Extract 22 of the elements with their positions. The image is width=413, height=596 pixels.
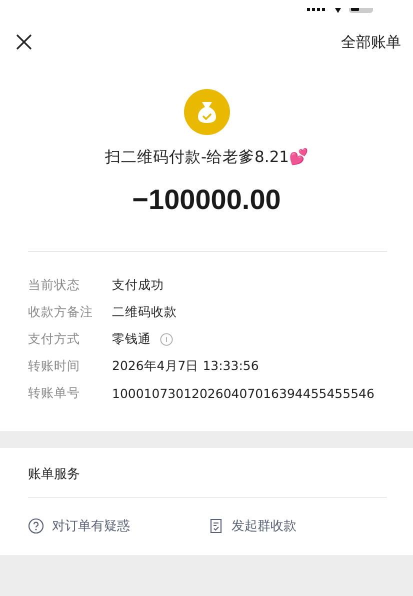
payment-amount: −100000.00 [132, 184, 281, 216]
detail-label: 转账时间 [28, 358, 81, 375]
service-action[interactable]: 发起群收款 [208, 517, 387, 535]
detail-value: 100010730120260407016394455455546 [112, 386, 374, 401]
payment-title: 扫二维码付款-给老爹8.21💕 [104, 147, 308, 168]
service-action[interactable]: 对订单有疑惑 [28, 517, 208, 535]
detail-label: 转账单号 [28, 385, 81, 402]
all-bills-link[interactable]: 全部账单 [341, 32, 401, 52]
money-bag-icon [184, 89, 230, 135]
detail-value: 2026年4月7日 13:33:56 [112, 358, 259, 375]
battery-icon [349, 8, 375, 14]
section-title: 账单服务 [28, 466, 81, 484]
help-icon [28, 518, 44, 534]
receipt-icon [208, 518, 224, 534]
detail-value: 二维码收款 [112, 304, 177, 321]
detail-value: 支付成功 [112, 277, 164, 294]
close-icon[interactable] [14, 32, 34, 52]
detail-label: 当前状态 [28, 277, 81, 294]
detail-value: 零钱通 [112, 331, 151, 348]
signal-icon [307, 8, 327, 14]
detail-label: 收款方备注 [28, 304, 94, 321]
detail-label: 支付方式 [28, 331, 81, 348]
